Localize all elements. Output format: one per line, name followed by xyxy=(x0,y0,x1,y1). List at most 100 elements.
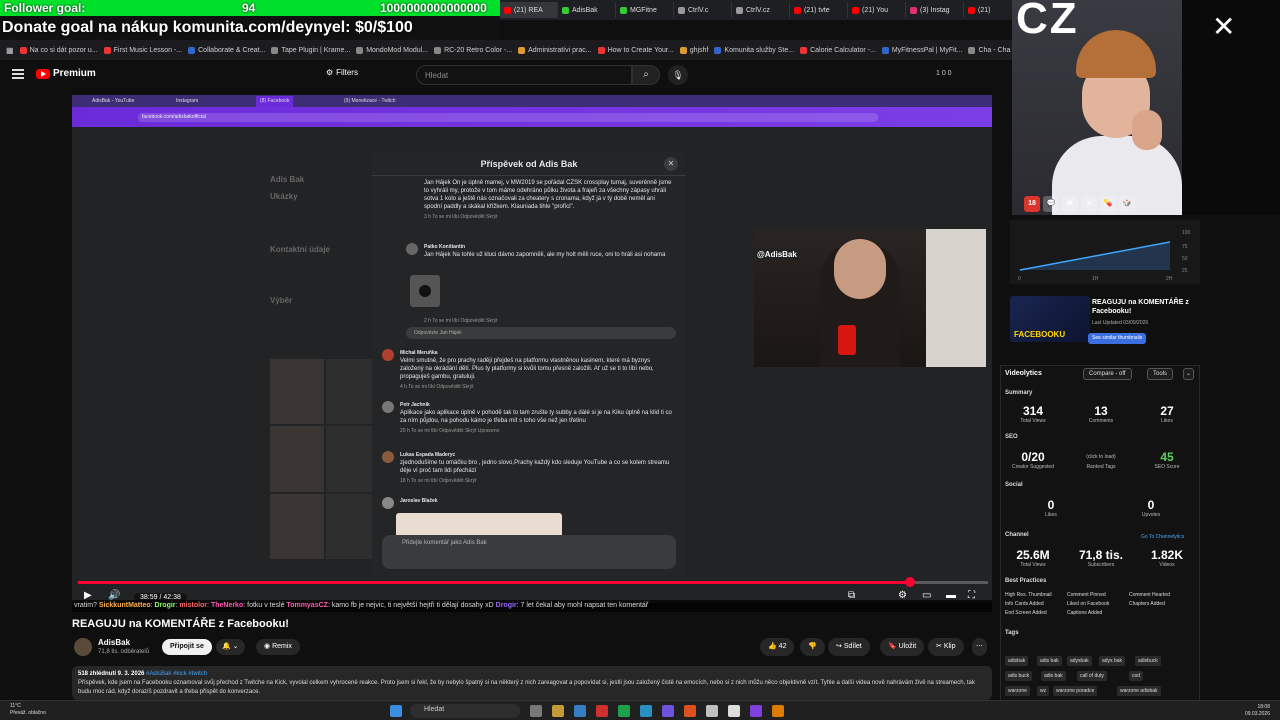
volume-icon[interactable]: 🔊 xyxy=(108,590,120,601)
tag-chip[interactable]: adysbak xyxy=(1067,656,1092,666)
channel-avatar[interactable] xyxy=(74,638,92,656)
tag-chip[interactable]: adis buck xyxy=(1005,671,1033,681)
share-button[interactable]: ↪ Sdílet xyxy=(828,638,870,656)
apps-grid-icon[interactable]: ▦ xyxy=(6,46,14,55)
bookmark-item[interactable]: ghjshf xyxy=(679,46,709,54)
close-icon[interactable]: ✕ xyxy=(664,157,678,171)
progress-knob[interactable] xyxy=(904,577,915,587)
bookmark-item[interactable]: Tape Plugin | Krame... xyxy=(271,46,350,54)
tab-label: AdisBak xyxy=(572,6,598,14)
description-tags[interactable]: #AdisBak #kick #twitch xyxy=(146,671,207,677)
compare-button[interactable]: Compare - off xyxy=(1083,368,1132,380)
filters-button[interactable]: ⚙ Filters xyxy=(326,68,358,77)
collapse-button[interactable]: ⌄ xyxy=(1183,368,1195,380)
start-icon[interactable] xyxy=(390,705,402,717)
tags-heading: Tags xyxy=(1005,630,1019,636)
bookmark-favicon-icon xyxy=(103,46,111,54)
video-player[interactable]: AdisBak - YouTube Instagram (8) Facebook… xyxy=(72,95,992,603)
thumbnail-preview[interactable]: FACEBOOKU xyxy=(1010,296,1090,342)
bookmark-item[interactable]: MondoMod Modul... xyxy=(356,46,428,54)
fullscreen-icon[interactable]: ⛶ xyxy=(968,590,975,601)
progress-bar[interactable] xyxy=(78,577,988,587)
similar-thumbnails-button[interactable]: See similar thumbnails xyxy=(1088,333,1147,344)
browser-tab[interactable]: CtrlV.cz xyxy=(732,2,790,18)
browser-tab[interactable]: (21) REA xyxy=(500,2,558,18)
channel-name[interactable]: AdisBak xyxy=(98,638,130,647)
edge-icon[interactable] xyxy=(574,705,586,717)
tag-chip[interactable]: adis bak xyxy=(1041,671,1066,681)
bookmark-item[interactable]: MyFitnessPal | MyFit... xyxy=(881,46,962,54)
dislike-button[interactable]: 👎 xyxy=(800,638,825,656)
settings-icon[interactable] xyxy=(728,705,740,717)
bookmark-item[interactable]: Administratívi prac... xyxy=(518,46,592,54)
clip-button[interactable]: ✂ Klip xyxy=(928,638,964,656)
save-button[interactable]: 🔖 Uložit xyxy=(880,638,925,656)
notifications-button[interactable]: 🔔 ⌄ xyxy=(216,639,245,655)
chrome-icon[interactable] xyxy=(596,705,608,717)
notepad-icon[interactable] xyxy=(706,705,718,717)
taskbar-search[interactable]: Hledat xyxy=(410,704,520,718)
more-button[interactable]: ⋯ xyxy=(972,638,987,656)
bookmark-item[interactable]: First Music Lesson -... xyxy=(103,46,182,54)
browser-tab[interactable]: (21) You xyxy=(848,2,906,18)
browser-tab[interactable]: AdisBak xyxy=(558,2,616,18)
search-button[interactable]: ⌕ xyxy=(632,65,660,85)
play-icon[interactable]: ▶ xyxy=(84,590,92,601)
browser-tab[interactable]: CtrlV.c xyxy=(674,2,732,18)
menu-icon[interactable] xyxy=(12,69,24,79)
tag-chip[interactable]: adis bak xyxy=(1037,656,1062,666)
browser-tab[interactable]: (3) Instag xyxy=(906,2,964,18)
bookmark-item[interactable]: Na co si dát pozor u... xyxy=(19,46,98,54)
bookmark-item[interactable]: Collaborate & Creat... xyxy=(188,46,265,54)
join-button[interactable]: Připojit se xyxy=(162,639,212,655)
tag-chip[interactable]: adisbak xyxy=(1005,656,1029,666)
reply-input[interactable]: Odpovězte Jan Hájek xyxy=(406,327,676,339)
ranked-tags-stat[interactable]: (click to load) Ranked Tags xyxy=(1073,454,1129,470)
miniplayer-icon[interactable]: ▭ xyxy=(922,590,931,601)
search-input[interactable]: Hledat xyxy=(416,65,632,85)
twitch-icon[interactable] xyxy=(750,705,762,717)
tag-chip[interactable]: warzone xyxy=(1005,686,1030,696)
browser-tab[interactable]: (21) xyxy=(964,2,1012,18)
social-heading: Social xyxy=(1005,482,1023,488)
tag-chip[interactable]: adys bak xyxy=(1099,656,1126,666)
bookmark-item[interactable]: RC-20 Retro Color -... xyxy=(434,46,512,54)
weather-temp: 11°C xyxy=(10,703,21,709)
video-description[interactable]: 518 zhlédnutí 9. 3. 2026 #AdisBak #kick … xyxy=(72,666,992,700)
app-icon[interactable] xyxy=(772,705,784,717)
bookmark-item[interactable]: Cha - Cha by Simon... xyxy=(968,46,1012,54)
file-explorer-icon[interactable] xyxy=(552,705,564,717)
comment-input[interactable]: Přidejte komentář jako Adis Bak xyxy=(382,535,676,569)
theater-icon[interactable]: ▬ xyxy=(946,590,956,601)
spotify-icon[interactable] xyxy=(618,705,630,717)
obs-icon[interactable] xyxy=(684,705,696,717)
tag-chip[interactable]: wz xyxy=(1037,686,1050,696)
tag-chip[interactable]: cod xyxy=(1129,671,1144,681)
youtube-logo[interactable]: Premium xyxy=(36,68,96,79)
settings-icon[interactable]: ⚙ xyxy=(898,590,907,601)
avatar xyxy=(382,451,394,463)
channelytics-link[interactable]: Go To Channelytics xyxy=(1141,534,1184,540)
bookmark-item[interactable]: Calorie Calculator -... xyxy=(800,46,876,54)
task-view-icon[interactable] xyxy=(530,705,542,717)
telegram-icon[interactable] xyxy=(640,705,652,717)
tools-button[interactable]: Tools xyxy=(1147,368,1174,380)
tag-chip[interactable]: warzone adisbak xyxy=(1117,686,1161,696)
premium-label: Premium xyxy=(53,68,96,79)
browser-tab[interactable]: (21) tvte xyxy=(790,2,848,18)
tag-chip[interactable]: adisbuck xyxy=(1135,656,1161,666)
bookmark-item[interactable]: How to Create Your... xyxy=(597,46,674,54)
tag-chip[interactable]: call of duty xyxy=(1077,671,1107,681)
subtitles-icon[interactable]: ⧉ xyxy=(848,590,855,601)
discord-icon[interactable] xyxy=(662,705,674,717)
bookmark-label: ghjshf xyxy=(689,46,709,54)
voice-search-button[interactable]: 🎙 xyxy=(668,65,688,85)
browser-tab[interactable]: MGFitne xyxy=(616,2,674,18)
remix-button[interactable]: ◉ Remix xyxy=(256,639,300,655)
comment-video-thumbnail[interactable] xyxy=(410,275,440,307)
bookmark-item[interactable]: Komunita služby Ste... xyxy=(714,46,794,54)
like-button[interactable]: 👍 42 xyxy=(760,638,795,656)
weather-widget[interactable]: 11°C Převáž. oblačno xyxy=(10,703,46,717)
clock[interactable]: 18:08 09.03.2026 xyxy=(1245,704,1270,718)
tag-chip[interactable]: warzone poradce xyxy=(1053,686,1098,696)
